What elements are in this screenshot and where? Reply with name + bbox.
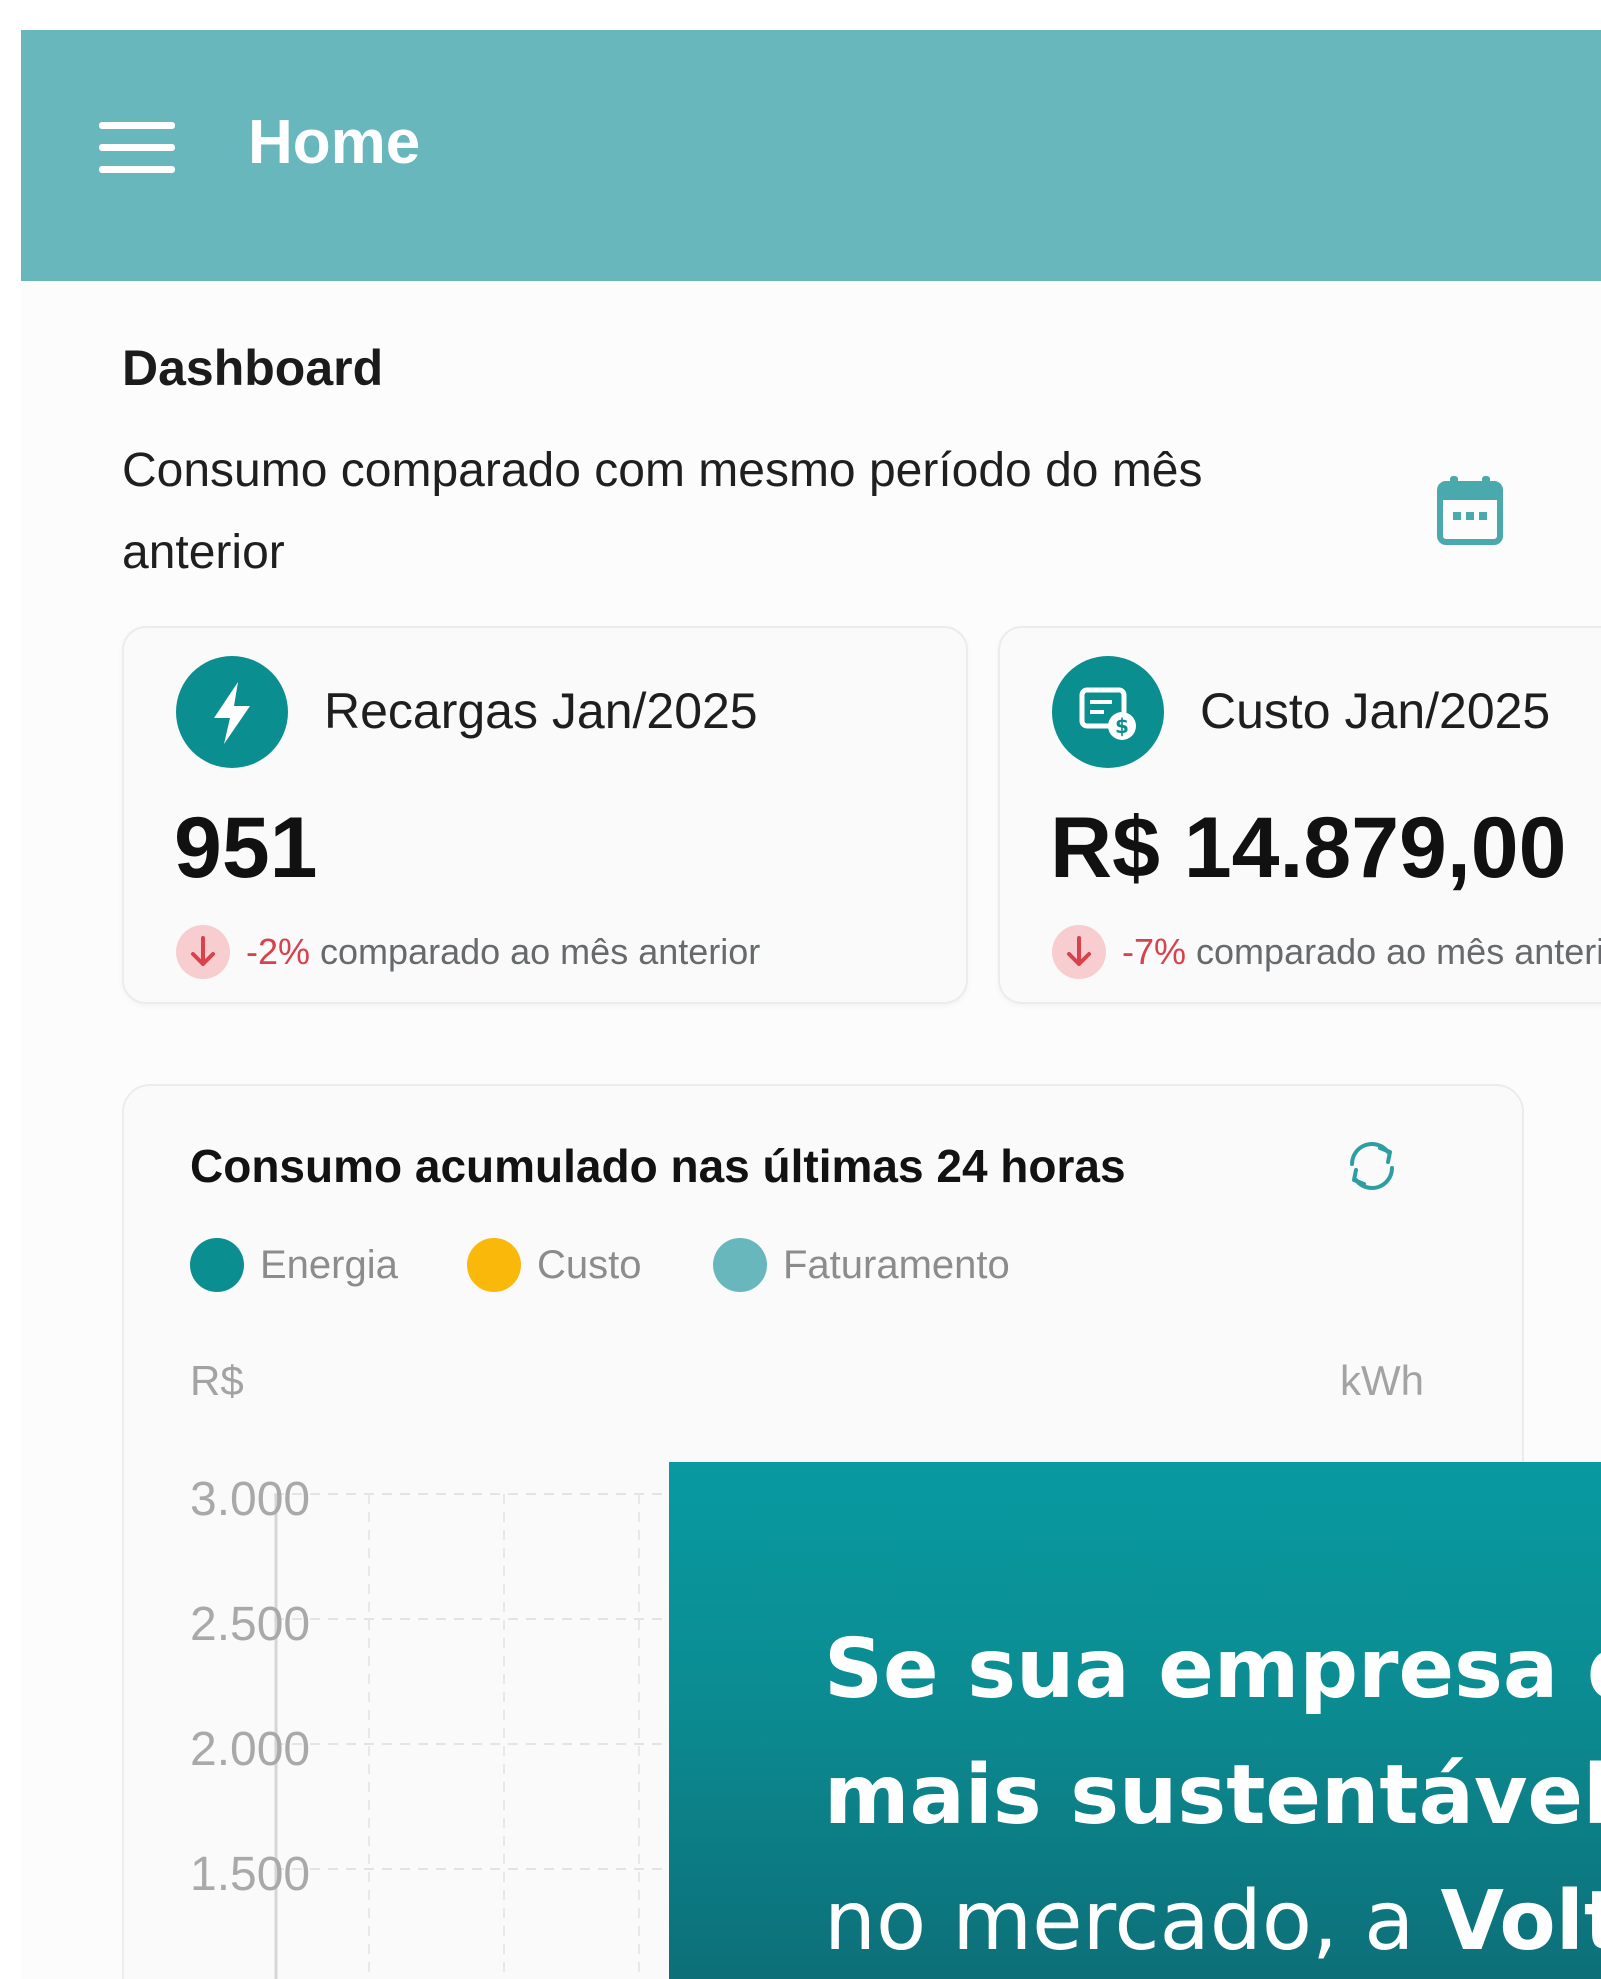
legend-item-faturamento[interactable]: Faturamento — [713, 1236, 1033, 1292]
invoice-dollar-icon: $ — [1052, 656, 1164, 768]
banner-line: no mercado, a Volt — [824, 1872, 1601, 1972]
right-axis-unit: kWh — [1340, 1357, 1424, 1404]
card-value: R$ 14.879,00 — [1050, 800, 1567, 896]
chart-title: Consumo acumulado nas últimas 24 horas — [190, 1140, 1126, 1192]
legend-item-custo[interactable]: Custo — [467, 1236, 667, 1292]
y-tick-label: 2.000 — [190, 1723, 311, 1776]
trend-text: -2% comparado ao mês anterior — [246, 930, 760, 974]
legend-label: Faturamento — [783, 1243, 1010, 1287]
lightning-bolt-icon — [176, 656, 288, 768]
trend-description: comparado ao mês anterior — [1186, 931, 1601, 972]
banner-line: mais sustentável — [824, 1748, 1601, 1843]
left-axis-unit: R$ — [190, 1357, 244, 1404]
app-title: Home — [248, 108, 421, 177]
trend-description: comparado ao mês anterior — [310, 931, 761, 972]
card-value: 951 — [174, 800, 318, 896]
y-tick-label: 1.500 — [190, 1848, 311, 1901]
legend-swatch — [467, 1238, 521, 1292]
page-subtitle: Consumo comparado com mesmo período do m… — [122, 444, 1203, 579]
y-tick-label: 3.000 — [190, 1473, 311, 1526]
legend-label: Custo — [537, 1243, 642, 1287]
page-title: Dashboard — [122, 340, 384, 396]
legend-swatch — [713, 1238, 767, 1292]
legend-swatch — [190, 1238, 244, 1292]
arrow-down-icon — [1052, 925, 1106, 979]
trend-text: -7% comparado ao mês anterior — [1122, 930, 1601, 974]
legend-label: Energia — [260, 1243, 398, 1287]
hamburger-menu-icon[interactable] — [99, 122, 175, 174]
refresh-icon[interactable] — [1340, 1134, 1404, 1198]
y-tick-label: 2.500 — [190, 1598, 311, 1651]
card-label: Recargas Jan/2025 — [324, 683, 758, 739]
svg-text:$: $ — [1115, 714, 1129, 738]
card-label: Custo Jan/2025 — [1200, 683, 1551, 739]
banner-text: no mercado, a — [824, 1874, 1441, 1969]
banner-brand: Volt — [1440, 1874, 1601, 1969]
trend-percent: -7% — [1122, 931, 1187, 972]
calendar-icon[interactable] — [1436, 474, 1504, 546]
banner-line: Se sua empresa d — [824, 1622, 1601, 1717]
promo-banner: Se sua empresa d mais sustentável no mer… — [669, 1462, 1601, 1979]
stat-card-custo[interactable]: $ Custo Jan/2025 R$ 14.879,00 -7% compar… — [998, 626, 1601, 1004]
trend-percent: -2% — [246, 931, 311, 972]
legend-item-energia[interactable]: Energia — [190, 1236, 410, 1292]
screen: Home Dashboard Consumo comparado com mes… — [0, 0, 1601, 1979]
arrow-down-icon — [176, 925, 230, 979]
stat-card-recargas[interactable]: Recargas Jan/2025 951 -2% comparado ao m… — [122, 626, 968, 1004]
